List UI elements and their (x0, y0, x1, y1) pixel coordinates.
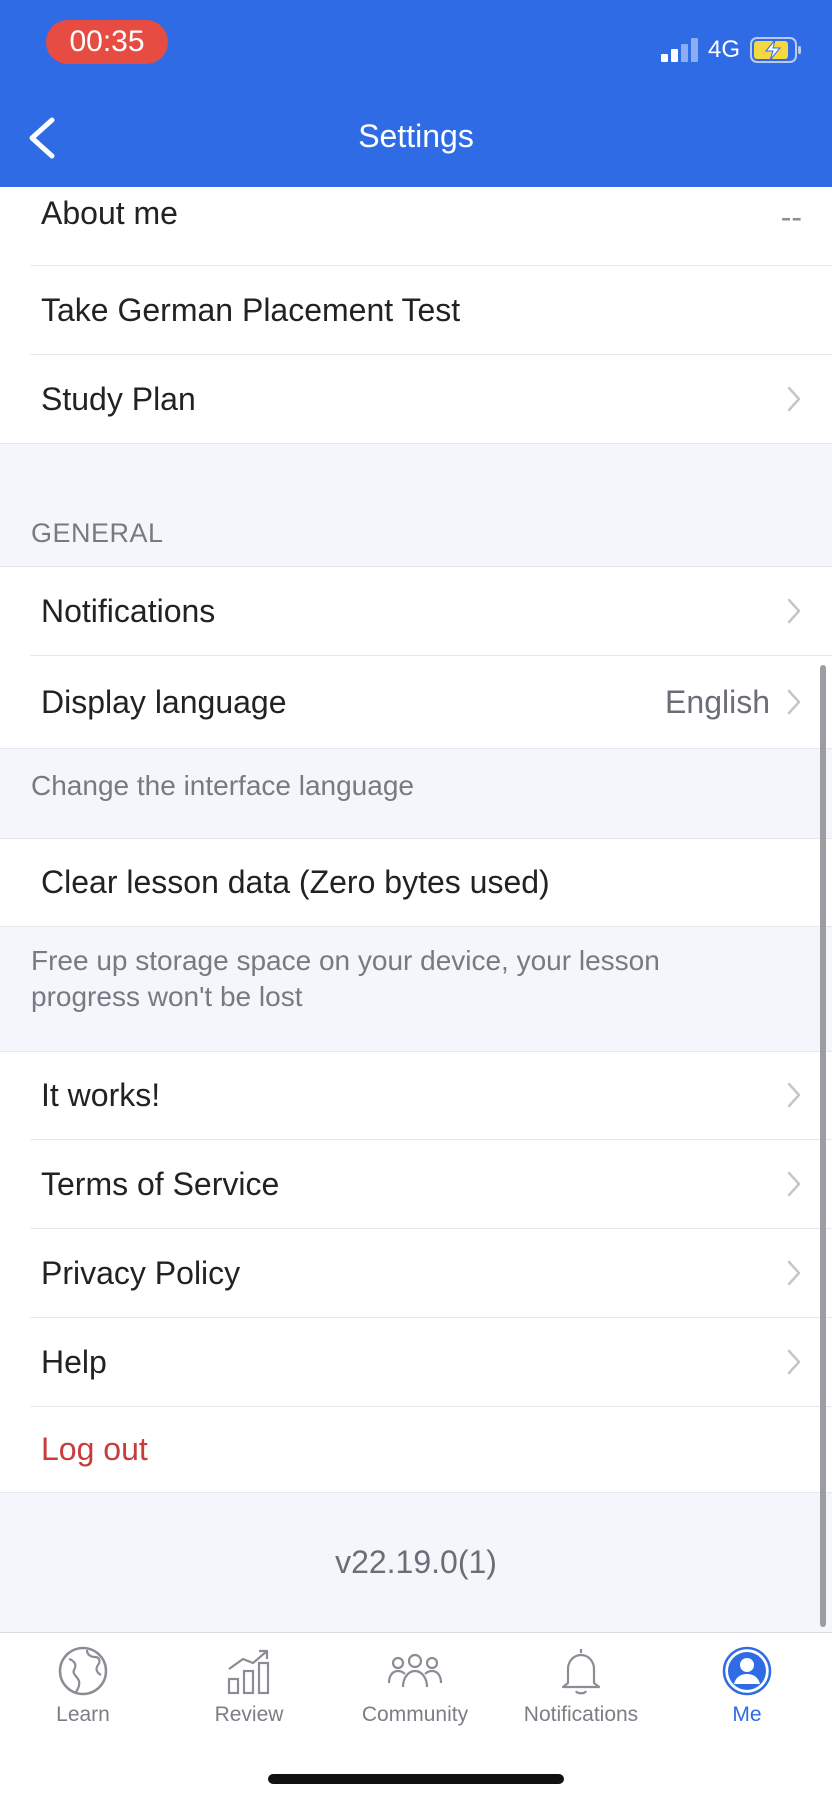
display-language-value: English (665, 683, 770, 720)
divider (0, 926, 832, 927)
terms-of-service-label: Terms of Service (41, 1165, 280, 1202)
tab-me[interactable]: Me (664, 1645, 830, 1735)
privacy-policy-label: Privacy Policy (41, 1254, 241, 1291)
placement-test-row[interactable]: Take German Placement Test (30, 266, 832, 354)
terms-of-service-row[interactable]: Terms of Service (30, 1140, 832, 1228)
help-label: Help (41, 1343, 107, 1380)
person-icon (722, 1646, 772, 1696)
divider (0, 1492, 832, 1493)
it-works-row[interactable]: It works! (30, 1051, 832, 1139)
chevron-right-icon (787, 1260, 801, 1286)
placement-test-label: Take German Placement Test (41, 291, 461, 328)
scrollbar[interactable] (820, 665, 826, 1627)
people-icon (387, 1653, 443, 1688)
globe-icon (58, 1646, 108, 1696)
help-row[interactable]: Help (30, 1318, 832, 1406)
bell-icon (561, 1649, 601, 1695)
display-language-hint: Change the interface language (31, 770, 414, 801)
tab-notifications[interactable]: Notifications (498, 1645, 664, 1735)
tab-label: Notifications (523, 1703, 639, 1726)
clear-lesson-data-label: Clear lesson data (Zero bytes used) (41, 863, 550, 900)
divider (0, 748, 832, 749)
it-works-label: It works! (41, 1076, 161, 1113)
tab-community[interactable]: Community (332, 1645, 498, 1735)
battery-charging-icon (750, 37, 801, 63)
status-time: 00:35 (46, 20, 168, 64)
logout-label: Log out (41, 1431, 148, 1467)
tab-learn[interactable]: Learn (0, 1645, 166, 1735)
notifications-row[interactable]: Notifications (30, 567, 832, 655)
tab-label: Review (214, 1703, 284, 1726)
home-indicator (268, 1774, 564, 1784)
chevron-right-icon (787, 1349, 801, 1375)
about-me-label: About me (41, 195, 178, 231)
app-version: v22.19.0(1) (335, 1544, 497, 1580)
status-indicators: 4G (660, 32, 802, 68)
chevron-right-icon (787, 1082, 801, 1108)
chevron-right-icon (787, 1171, 801, 1197)
top-bar: 00:35 4G Settings (0, 0, 832, 187)
about-me-value: -- (780, 199, 802, 235)
about-me-row[interactable]: About me -- (30, 187, 832, 265)
tab-label: Learn (56, 1703, 110, 1726)
clear-lesson-data-row[interactable]: Clear lesson data (Zero bytes used) (30, 838, 832, 926)
display-language-label: Display language (41, 683, 287, 720)
display-language-row[interactable]: Display language English (30, 656, 832, 748)
logout-button[interactable]: Log out (30, 1407, 832, 1492)
bar-chart-icon (227, 1649, 270, 1695)
divider (0, 443, 832, 444)
tab-review[interactable]: Review (166, 1645, 332, 1735)
study-plan-row[interactable]: Study Plan (30, 355, 832, 443)
notifications-label: Notifications (41, 592, 216, 629)
privacy-policy-row[interactable]: Privacy Policy (30, 1229, 832, 1317)
tab-label: Me (732, 1703, 762, 1726)
chevron-right-icon (787, 386, 801, 412)
study-plan-label: Study Plan (41, 380, 196, 417)
network-type: 4G (707, 36, 740, 63)
chevron-right-icon (787, 598, 801, 624)
tab-label: Community (361, 1703, 469, 1726)
chevron-right-icon (787, 689, 801, 715)
page-title: Settings (358, 118, 474, 154)
clear-lesson-data-hint: Free up storage space on your device, yo… (31, 945, 660, 1012)
section-title-general: GENERAL (31, 518, 164, 548)
signal-icon (660, 38, 698, 62)
